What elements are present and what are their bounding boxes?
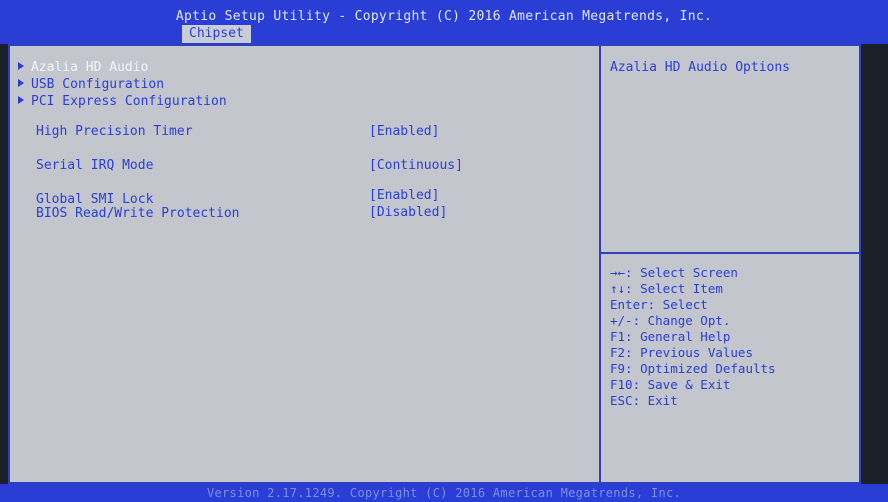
key-hint-enter: Enter: Select [610, 297, 708, 312]
help-description: Azalia HD Audio Options [610, 60, 791, 75]
help-pane: Azalia HD Audio Options →←: Select Scree… [601, 46, 859, 482]
key-hint-change-opt: +/-: Change Opt. [610, 313, 731, 328]
triangle-right-icon [18, 96, 24, 104]
setting-value-high-precision-timer[interactable]: [Enabled] [369, 124, 439, 139]
submenu-label: Azalia HD Audio [31, 60, 149, 75]
setting-value-bios-read-write-protection[interactable]: [Disabled] [369, 205, 447, 220]
bios-screen: Aptio Setup Utility - Copyright (C) 2016… [0, 0, 888, 502]
key-hint-select-item: ↑↓: Select Item [610, 281, 723, 296]
key-hint-optimized-defaults: F9: Optimized Defaults [610, 361, 776, 376]
footer-bar: Version 2.17.1249. Copyright (C) 2016 Am… [0, 484, 888, 502]
key-hint-select-screen: →←: Select Screen [610, 265, 738, 280]
setting-label-serial-irq-mode: Serial IRQ Mode [36, 158, 154, 173]
key-hint-exit: ESC: Exit [610, 393, 678, 408]
key-hint-previous-values: F2: Previous Values [610, 345, 753, 360]
submenu-label: USB Configuration [31, 77, 165, 92]
setting-value-serial-irq-mode[interactable]: [Continuous] [369, 158, 463, 173]
header-title: Aptio Setup Utility - Copyright (C) 2016… [175, 9, 713, 24]
triangle-right-icon [18, 62, 24, 70]
key-legend: →←: Select Screen ↑↓: Select Item Enter:… [610, 265, 776, 409]
tab-chipset[interactable]: Chipset [182, 25, 251, 43]
triangle-right-icon [18, 79, 24, 87]
submenu-azalia-hd-audio[interactable]: Azalia HD Audio [18, 60, 148, 75]
header-bar: Aptio Setup Utility - Copyright (C) 2016… [0, 0, 888, 44]
setting-label-high-precision-timer: High Precision Timer [36, 124, 193, 139]
submenu-pci-express-configuration[interactable]: PCI Express Configuration [18, 94, 227, 109]
setting-label-bios-read-write-protection: BIOS Read/Write Protection [36, 206, 240, 221]
submenu-label: PCI Express Configuration [31, 94, 227, 109]
submenu-usb-configuration[interactable]: USB Configuration [18, 77, 164, 92]
help-separator [601, 252, 859, 254]
setting-value-global-smi-lock[interactable]: [Enabled] [369, 188, 439, 203]
setting-label-global-smi-lock: Global SMI Lock [36, 192, 154, 207]
key-hint-general-help: F1: General Help [610, 329, 731, 344]
key-hint-save-exit: F10: Save & Exit [610, 377, 731, 392]
footer-version-text: Version 2.17.1249. Copyright (C) 2016 Am… [206, 486, 682, 500]
settings-pane: Azalia HD Audio USB Configuration PCI Ex… [10, 46, 598, 482]
main-panel: Azalia HD Audio USB Configuration PCI Ex… [8, 44, 861, 484]
